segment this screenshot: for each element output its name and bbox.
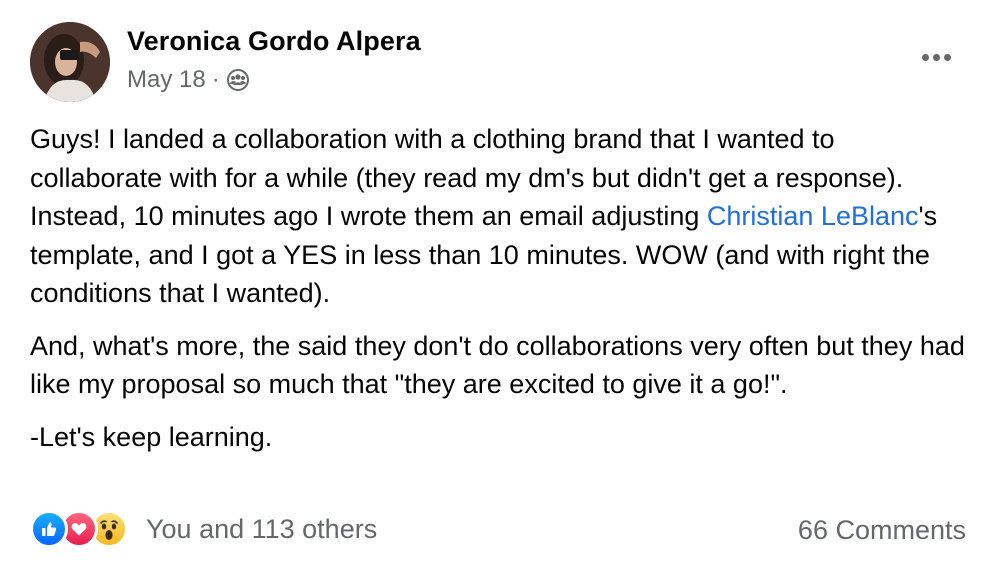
meta-separator: · [211, 66, 220, 93]
like-icon [30, 510, 68, 548]
author-name[interactable]: Veronica Gordo Alpera [127, 26, 421, 57]
comments-count[interactable]: 66 Comments [798, 515, 966, 546]
more-options-icon[interactable] [922, 42, 951, 72]
facebook-post: Veronica Gordo Alpera May 18 · Guys! I l… [0, 0, 996, 572]
post-body: Guys! I landed a collaboration with a cl… [30, 120, 970, 470]
avatar[interactable] [30, 22, 110, 102]
reactions-bar[interactable]: You and 113 others [30, 510, 377, 548]
profile-photo [30, 22, 110, 102]
post-paragraph: -Let's keep learning. [30, 421, 273, 452]
mention-link[interactable]: Christian LeBlanc [707, 201, 919, 231]
post-date[interactable]: May 18 [127, 66, 206, 94]
group-icon [226, 68, 250, 92]
post-paragraph: And, what's more, the said they don't do… [30, 330, 965, 400]
post-meta: May 18 · [127, 66, 250, 94]
post-paragraph: Guys! I landed a collaboration with a cl… [30, 120, 970, 313]
reactions-summary[interactable]: You and 113 others [146, 514, 377, 545]
